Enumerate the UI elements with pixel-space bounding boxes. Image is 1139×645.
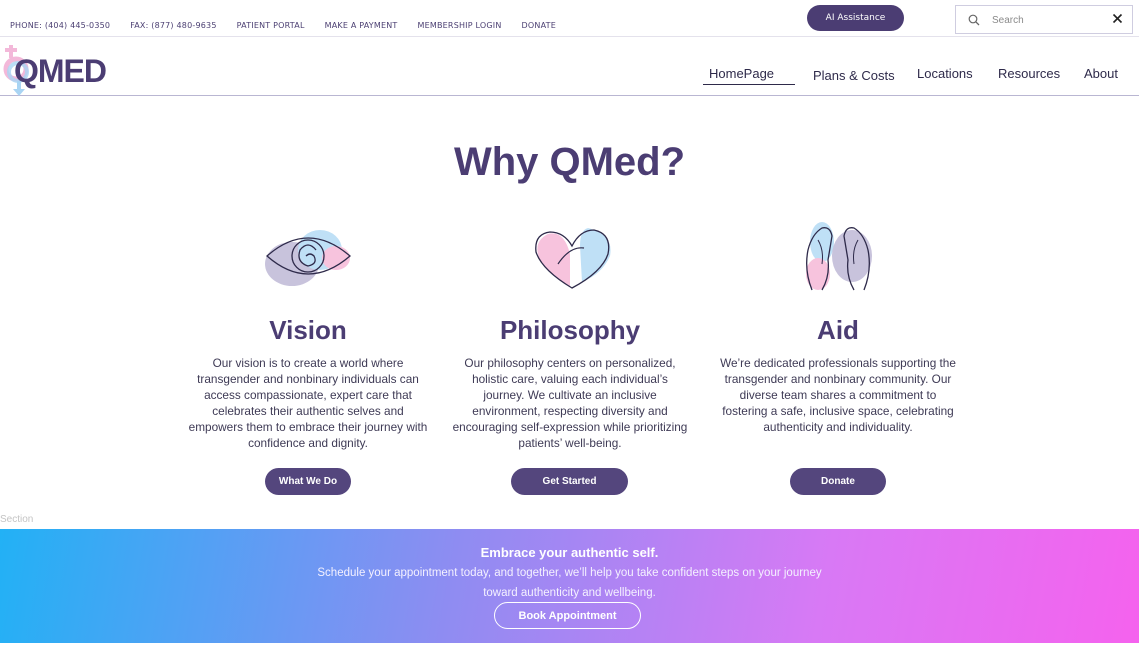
what-we-do-button[interactable]: What We Do xyxy=(265,468,351,495)
fax-link[interactable]: FAX: (877) 480-9635 xyxy=(130,21,216,30)
card-text-philosophy: Our philosophy centers on personalized, … xyxy=(452,356,688,450)
patient-portal-link[interactable]: PATIENT PORTAL xyxy=(237,21,305,30)
nav-item-homepage[interactable]: HomePage xyxy=(709,66,774,81)
card-text-vision: Our vision is to create a world where tr… xyxy=(188,356,428,450)
ai-assistance-button[interactable]: AI Assistance xyxy=(807,5,904,31)
section-label: Section xyxy=(0,514,34,525)
donate-button[interactable]: Donate xyxy=(790,468,886,495)
phone-link[interactable]: PHONE: (404) 445-0350 xyxy=(10,21,110,30)
appointment-banner: Embrace your authentic self. Schedule yo… xyxy=(0,529,1139,643)
card-text-aid: We’re dedicated professionals supporting… xyxy=(720,356,956,434)
card-title-vision: Vision xyxy=(269,315,347,345)
hands-icon xyxy=(806,222,872,291)
page-title: Why QMed? xyxy=(453,140,686,184)
utility-links: PHONE: (404) 445-0350 FAX: (877) 480-963… xyxy=(10,21,556,30)
search-box xyxy=(955,5,1133,34)
eye-icon xyxy=(265,230,351,286)
qmed-logo[interactable]: QMED xyxy=(0,41,125,99)
search-input[interactable] xyxy=(990,11,1104,30)
banner-text: Schedule your appointment today, and tog… xyxy=(317,567,822,599)
top-utility-bar: PHONE: (404) 445-0350 FAX: (877) 480-963… xyxy=(0,0,1139,37)
nav-item-locations[interactable]: Locations xyxy=(917,66,973,81)
close-icon[interactable] xyxy=(1112,13,1123,24)
make-payment-link[interactable]: MAKE A PAYMENT xyxy=(325,21,398,30)
book-appointment-button[interactable]: Book Appointment xyxy=(494,602,641,629)
membership-login-link[interactable]: MEMBERSHIP LOGIN xyxy=(418,21,502,30)
nav-item-about[interactable]: About xyxy=(1084,66,1118,81)
card-title-aid: Aid xyxy=(817,315,859,345)
nav-active-underline xyxy=(703,84,795,85)
nav-item-plans-costs[interactable]: Plans & Costs xyxy=(813,68,895,83)
donate-link[interactable]: DONATE xyxy=(522,21,556,30)
card-title-philosophy: Philosophy xyxy=(499,315,641,345)
search-icon xyxy=(968,14,980,26)
nav-item-resources[interactable]: Resources xyxy=(998,66,1060,81)
banner-title: Embrace your authentic self. xyxy=(480,545,659,560)
heart-icon xyxy=(535,228,611,289)
get-started-button[interactable]: Get Started xyxy=(511,468,628,495)
logo-text: QMED xyxy=(14,53,107,89)
